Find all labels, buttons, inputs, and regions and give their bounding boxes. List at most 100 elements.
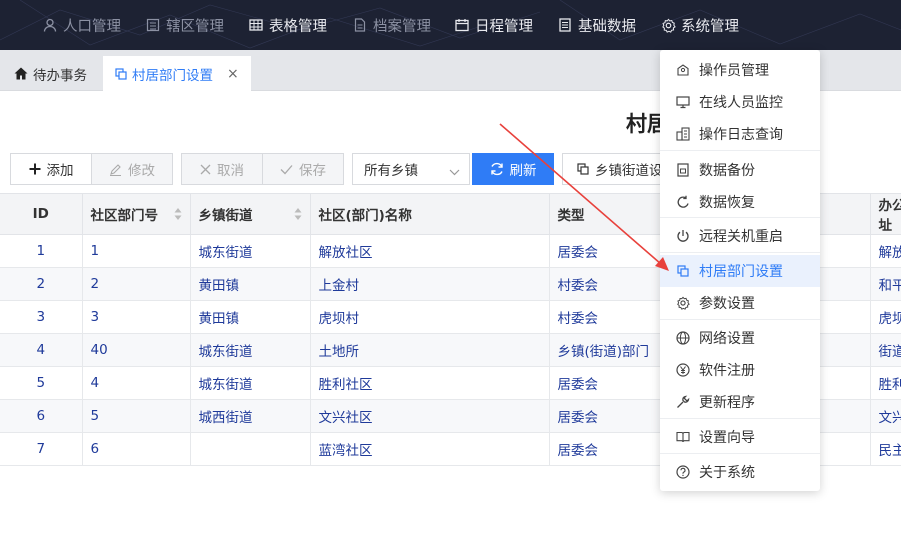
menu-item-label: 远程关机重启: [699, 229, 783, 245]
cancel-button[interactable]: 取消: [181, 153, 263, 185]
menu-item-user-manage[interactable]: 操作员管理: [660, 54, 820, 86]
nav-table[interactable]: 表格管理: [248, 0, 327, 50]
refresh-button[interactable]: 刷新: [472, 153, 554, 185]
table-cell[interactable]: 和平: [870, 267, 901, 301]
menu-item-help[interactable]: 关于系统: [660, 456, 820, 488]
table-cell[interactable]: 2: [0, 267, 83, 301]
table-cell[interactable]: 城东街道: [190, 366, 311, 400]
column-header-dept-no[interactable]: 社区部门号: [82, 194, 191, 235]
nav-archive[interactable]: 档案管理: [352, 0, 431, 50]
menu-item-label: 参数设置: [699, 296, 755, 312]
save-button[interactable]: 保存: [262, 153, 344, 185]
menu-item-book[interactable]: 设置向导: [660, 421, 820, 453]
backup-icon: [675, 162, 691, 178]
table-cell[interactable]: 文兴社区: [310, 399, 550, 433]
help-icon: [675, 464, 691, 480]
menu-item-power[interactable]: 远程关机重启: [660, 220, 820, 252]
table-cell[interactable]: 城东街道: [190, 234, 311, 268]
file-icon: [352, 17, 368, 33]
menu-item-label: 关于系统: [699, 465, 755, 481]
table-cell[interactable]: 3: [82, 300, 191, 334]
table-cell[interactable]: 1: [82, 234, 191, 268]
menu-item-backup[interactable]: 数据备份: [660, 154, 820, 186]
table-cell[interactable]: 5: [0, 366, 83, 400]
table-cell[interactable]: 蓝湾社区: [310, 432, 550, 466]
column-header-id[interactable]: ID: [0, 194, 83, 235]
table-cell[interactable]: 黄田镇: [190, 267, 311, 301]
home-icon: [14, 67, 28, 80]
table-cell[interactable]: 文兴: [870, 399, 901, 433]
table-cell[interactable]: 2: [82, 267, 191, 301]
table-cell[interactable]: 4: [0, 333, 83, 367]
table-cell[interactable]: 民主: [870, 432, 901, 466]
menu-item-restore[interactable]: 数据恢复: [660, 186, 820, 218]
table-cell[interactable]: 3: [0, 300, 83, 334]
table-cell[interactable]: 6: [82, 432, 191, 466]
user-icon: [42, 17, 58, 33]
table-cell[interactable]: 土地所: [310, 333, 550, 367]
system-menu-dropdown: 操作员管理 在线人员监控 操作日志查询数据备份数据恢复远程关机重启 村居部门设置 参数设…: [660, 50, 820, 491]
nav-district[interactable]: 辖区管理: [145, 0, 224, 50]
table-cell[interactable]: 虎坝村: [310, 300, 550, 334]
menu-item-monitor[interactable]: 在线人员监控: [660, 86, 820, 118]
menu-item-log[interactable]: 操作日志查询: [660, 118, 820, 150]
menu-divider: [660, 150, 820, 151]
close-icon: [200, 164, 211, 175]
column-header-town[interactable]: 乡镇街道: [190, 194, 311, 235]
book-icon: [675, 429, 691, 445]
column-header-office-address[interactable]: 办公地址: [870, 194, 901, 235]
table-cell[interactable]: 胜利社区: [310, 366, 550, 400]
wrench-icon: [675, 394, 691, 410]
menu-item-label: 村居部门设置: [699, 264, 783, 280]
nav-background-pattern: [0, 0, 901, 49]
table-cell[interactable]: 解放: [870, 234, 901, 268]
menu-divider: [660, 217, 820, 218]
nav-population[interactable]: 人口管理: [42, 0, 121, 50]
table-cell[interactable]: 1: [0, 234, 83, 268]
nav-schedule[interactable]: 日程管理: [454, 0, 533, 50]
table-cell[interactable]: 黄田镇: [190, 300, 311, 334]
table-cell[interactable]: 5: [82, 399, 191, 433]
menu-item-wrench[interactable]: 更新程序: [660, 386, 820, 418]
table-cell[interactable]: 虎坝: [870, 300, 901, 334]
table-cell[interactable]: 7: [0, 432, 83, 466]
copy-icon: [675, 263, 691, 279]
add-button[interactable]: 添加: [10, 153, 92, 185]
menu-item-copy[interactable]: 村居部门设置: [660, 255, 820, 287]
table-cell[interactable]: 城西街道: [190, 399, 311, 433]
menu-item-yen[interactable]: 软件注册: [660, 354, 820, 386]
column-header-community-name[interactable]: 社区(部门)名称: [310, 194, 550, 235]
table-cell[interactable]: 解放社区: [310, 234, 550, 268]
table-cell[interactable]: 上金村: [310, 267, 550, 301]
menu-item-settings[interactable]: 参数设置: [660, 287, 820, 319]
check-icon: [280, 164, 293, 175]
plus-icon: [29, 163, 41, 175]
menu-item-label: 网络设置: [699, 331, 755, 347]
calendar-icon: [454, 17, 470, 33]
table-cell[interactable]: 街道: [870, 333, 901, 367]
chevron-down-icon: [449, 164, 460, 180]
sort-icon[interactable]: [174, 207, 182, 221]
edit-button[interactable]: 修改: [91, 153, 173, 185]
table-cell[interactable]: 城东街道: [190, 333, 311, 367]
nav-system[interactable]: 系统管理: [660, 0, 739, 50]
building-icon: [145, 17, 161, 33]
menu-divider: [660, 418, 820, 419]
table-cell[interactable]: 6: [0, 399, 83, 433]
copy-icon: [577, 163, 589, 175]
sort-icon[interactable]: [294, 207, 302, 221]
tab-village-dept[interactable]: 村居部门设置 ×: [103, 56, 251, 91]
menu-item-globe[interactable]: 网络设置: [660, 322, 820, 354]
table-cell[interactable]: 40: [82, 333, 191, 367]
power-icon: [675, 228, 691, 244]
table-cell[interactable]: [190, 432, 311, 466]
tab-todo[interactable]: 待办事务: [14, 56, 87, 91]
nav-basic-data[interactable]: 基础数据: [557, 0, 636, 50]
town-select[interactable]: 所有乡镇: [352, 153, 470, 185]
table-cell[interactable]: 胜利: [870, 366, 901, 400]
table-cell[interactable]: 4: [82, 366, 191, 400]
menu-item-label: 数据备份: [699, 163, 755, 179]
menu-item-label: 设置向导: [699, 430, 755, 446]
menu-item-label: 软件注册: [699, 363, 755, 379]
tab-close-icon[interactable]: ×: [227, 66, 239, 82]
